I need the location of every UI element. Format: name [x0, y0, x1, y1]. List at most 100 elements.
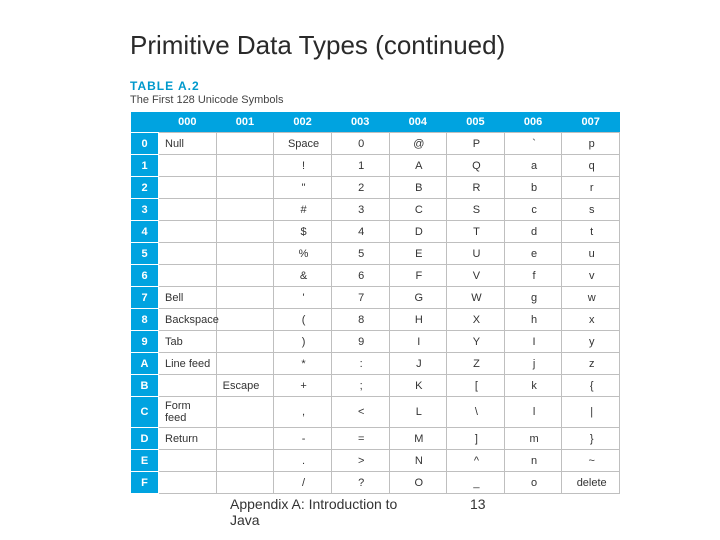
cell: Return — [159, 428, 217, 450]
cell: < — [331, 397, 389, 428]
cell: V — [447, 265, 505, 287]
cell: ? — [331, 472, 389, 494]
row-label: D — [131, 428, 159, 450]
cell — [216, 199, 274, 221]
cell: I — [504, 331, 562, 353]
row-label: 1 — [131, 155, 159, 177]
cell: U — [447, 243, 505, 265]
cell: e — [504, 243, 562, 265]
cell: - — [274, 428, 332, 450]
row-label: 3 — [131, 199, 159, 221]
cell — [216, 177, 274, 199]
table-row: BEscape+;K[k{ — [131, 375, 620, 397]
cell: & — [274, 265, 332, 287]
table-row: 3#3CScs — [131, 199, 620, 221]
col-005: 005 — [447, 112, 505, 133]
cell: 9 — [331, 331, 389, 353]
cell: + — [274, 375, 332, 397]
row-label: A — [131, 353, 159, 375]
cell: # — [274, 199, 332, 221]
cell: \ — [447, 397, 505, 428]
col-blank — [131, 112, 159, 133]
cell — [216, 287, 274, 309]
row-label: C — [131, 397, 159, 428]
row-label: 9 — [131, 331, 159, 353]
cell: 8 — [331, 309, 389, 331]
cell: Bell — [159, 287, 217, 309]
row-label: E — [131, 450, 159, 472]
cell: T — [447, 221, 505, 243]
cell: % — [274, 243, 332, 265]
cell: l — [504, 397, 562, 428]
cell: j — [504, 353, 562, 375]
cell: Q — [447, 155, 505, 177]
table-row: 4$4DTdt — [131, 221, 620, 243]
cell: ] — [447, 428, 505, 450]
row-label: 4 — [131, 221, 159, 243]
row-label: B — [131, 375, 159, 397]
row-label: 6 — [131, 265, 159, 287]
row-label: 0 — [131, 133, 159, 155]
cell: Null — [159, 133, 217, 155]
cell: Form feed — [159, 397, 217, 428]
cell — [216, 397, 274, 428]
row-label: F — [131, 472, 159, 494]
cell: G — [389, 287, 447, 309]
cell: { — [562, 375, 620, 397]
col-004: 004 — [389, 112, 447, 133]
cell: z — [562, 353, 620, 375]
cell: v — [562, 265, 620, 287]
footer-page-number: 13 — [470, 496, 486, 528]
cell: g — [504, 287, 562, 309]
cell: R — [447, 177, 505, 199]
cell: ; — [331, 375, 389, 397]
table-row: 0NullSpace0@P`p — [131, 133, 620, 155]
cell: y — [562, 331, 620, 353]
row-label: 5 — [131, 243, 159, 265]
cell: a — [504, 155, 562, 177]
cell: 0 — [331, 133, 389, 155]
cell — [216, 472, 274, 494]
cell: Tab — [159, 331, 217, 353]
cell — [159, 243, 217, 265]
cell: ` — [504, 133, 562, 155]
cell: / — [274, 472, 332, 494]
cell: Line feed — [159, 353, 217, 375]
cell: , — [274, 397, 332, 428]
footer: Appendix A: Introduction to Java 13 — [0, 496, 720, 528]
cell: x — [562, 309, 620, 331]
cell: P — [447, 133, 505, 155]
cell: ^ — [447, 450, 505, 472]
cell: t — [562, 221, 620, 243]
cell: D — [389, 221, 447, 243]
cell — [159, 450, 217, 472]
cell: * — [274, 353, 332, 375]
cell — [159, 155, 217, 177]
cell: O — [389, 472, 447, 494]
cell: f — [504, 265, 562, 287]
cell — [159, 375, 217, 397]
table-row: 9Tab)9IYIy — [131, 331, 620, 353]
cell: 1 — [331, 155, 389, 177]
table-row: ALine feed*:JZjz — [131, 353, 620, 375]
cell: h — [504, 309, 562, 331]
cell: 7 — [331, 287, 389, 309]
cell: b — [504, 177, 562, 199]
cell — [159, 199, 217, 221]
cell: C — [389, 199, 447, 221]
cell: ~ — [562, 450, 620, 472]
cell: c — [504, 199, 562, 221]
cell: n — [504, 450, 562, 472]
cell: B — [389, 177, 447, 199]
cell: Space — [274, 133, 332, 155]
cell: M — [389, 428, 447, 450]
cell: X — [447, 309, 505, 331]
cell: A — [389, 155, 447, 177]
col-001: 001 — [216, 112, 274, 133]
table-caption: The First 128 Unicode Symbols — [130, 94, 620, 106]
cell: J — [389, 353, 447, 375]
cell: r — [562, 177, 620, 199]
cell: " — [274, 177, 332, 199]
cell: F — [389, 265, 447, 287]
cell: } — [562, 428, 620, 450]
